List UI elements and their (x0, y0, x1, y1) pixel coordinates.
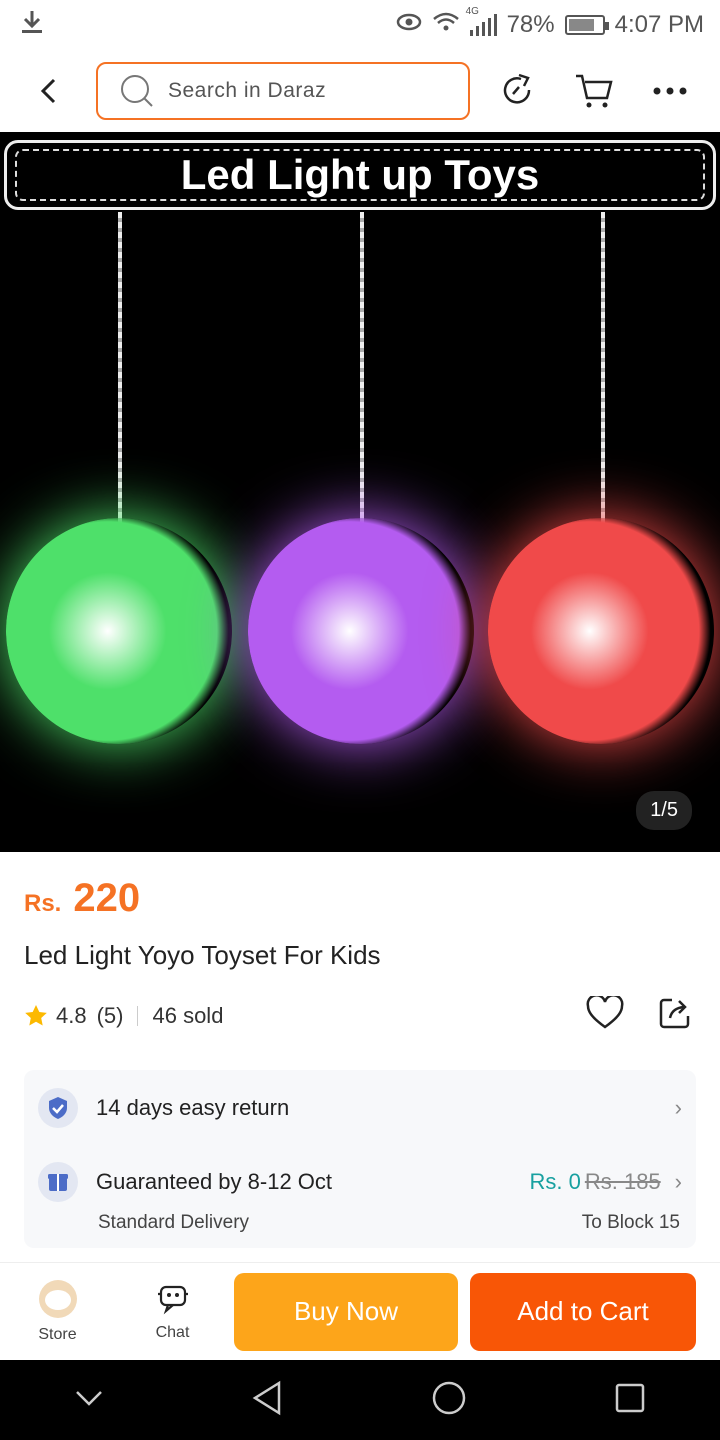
buy-now-button[interactable]: Buy Now (234, 1272, 458, 1351)
more-button[interactable] (632, 50, 708, 132)
download-icon (20, 9, 44, 42)
package-icon (48, 1174, 68, 1191)
product-image-gallery[interactable]: Led Light up Toys 1/5 (0, 132, 720, 852)
share-refresh-button[interactable] (480, 50, 556, 132)
back-nav-icon[interactable] (251, 1380, 283, 1421)
share-button[interactable] (658, 996, 692, 1036)
return-policy-row[interactable]: 14 days easy return › (38, 1088, 682, 1128)
back-button[interactable] (0, 50, 96, 132)
green-yoyo (6, 518, 232, 744)
search-icon (121, 75, 153, 107)
header-bar: Search in Daraz (0, 50, 720, 132)
system-navigation-bar (0, 1360, 720, 1440)
price-currency: Rs. (24, 890, 62, 917)
delivery-guarantee-text: Guaranteed by 8-12 Oct (96, 1169, 333, 1194)
image-counter: 1/5 (636, 791, 692, 830)
cart-icon (576, 74, 613, 108)
heart-icon (586, 994, 624, 1029)
chat-button[interactable]: Chat (115, 1263, 230, 1361)
battery-icon (564, 15, 609, 35)
price: Rs. 220 (24, 876, 140, 921)
back-arrow-icon (40, 78, 56, 104)
rating-count[interactable]: (5) (97, 1003, 124, 1029)
store-button[interactable]: Store (0, 1263, 115, 1361)
delivery-fee-original: Rs. 185 (584, 1169, 661, 1194)
product-title: Led Light Yoyo Toyset For Kids (24, 940, 381, 970)
search-placeholder: Search in Daraz (168, 79, 327, 102)
red-yoyo (488, 518, 714, 744)
signal-icon: 4G (466, 6, 497, 36)
delivery-fee: Rs. 0 (529, 1169, 581, 1194)
price-amount: 220 (73, 876, 141, 920)
cart-button[interactable] (556, 50, 632, 132)
store-logo-icon (38, 1279, 77, 1318)
image-banner: Led Light up Toys (4, 140, 716, 210)
store-label: Store (38, 1325, 77, 1343)
search-input[interactable]: Search in Daraz (96, 62, 470, 120)
chat-bot-icon (157, 1285, 188, 1314)
delivery-type: Standard Delivery (98, 1212, 250, 1233)
chevron-right-icon: › (674, 1169, 682, 1194)
purple-yoyo (248, 518, 474, 744)
more-icon (653, 87, 687, 95)
service-info-card: 14 days easy return › Guaranteed by 8-12… (24, 1070, 696, 1248)
return-policy-text: 14 days easy return (96, 1095, 290, 1120)
rating-value[interactable]: 4.8 (56, 1003, 87, 1029)
shield-check-icon (49, 1097, 67, 1119)
share-refresh-icon (503, 73, 531, 104)
banner-text: Led Light up Toys (15, 149, 705, 201)
eye-icon (396, 11, 422, 39)
chevron-right-icon: › (674, 1095, 682, 1120)
delivery-row[interactable]: Guaranteed by 8-12 Oct Rs. 0 Rs. 185 › (38, 1162, 682, 1202)
status-bar: 4G 78% 4:07 PM (0, 0, 720, 50)
bottom-action-bar: Store Chat Buy Now Add to Cart (0, 1262, 720, 1360)
recents-nav-icon[interactable] (614, 1382, 646, 1419)
star-icon (25, 1005, 47, 1026)
chevron-down-icon[interactable] (74, 1389, 104, 1412)
add-to-cart-button[interactable]: Add to Cart (470, 1272, 696, 1351)
chat-label: Chat (155, 1323, 190, 1341)
home-nav-icon[interactable] (431, 1380, 467, 1421)
battery-percent: 78% (506, 11, 555, 38)
wishlist-button[interactable] (586, 994, 624, 1036)
wifi-icon (432, 11, 460, 40)
clock: 4:07 PM (614, 11, 704, 38)
network-type: 4G (465, 6, 479, 17)
divider (137, 1006, 139, 1026)
sold-count: 46 sold (152, 1003, 224, 1028)
delivery-location[interactable]: To Block 15 (582, 1212, 680, 1234)
rating-row: 4.8 (5) 46 sold (24, 994, 696, 1036)
share-icon (659, 998, 690, 1029)
